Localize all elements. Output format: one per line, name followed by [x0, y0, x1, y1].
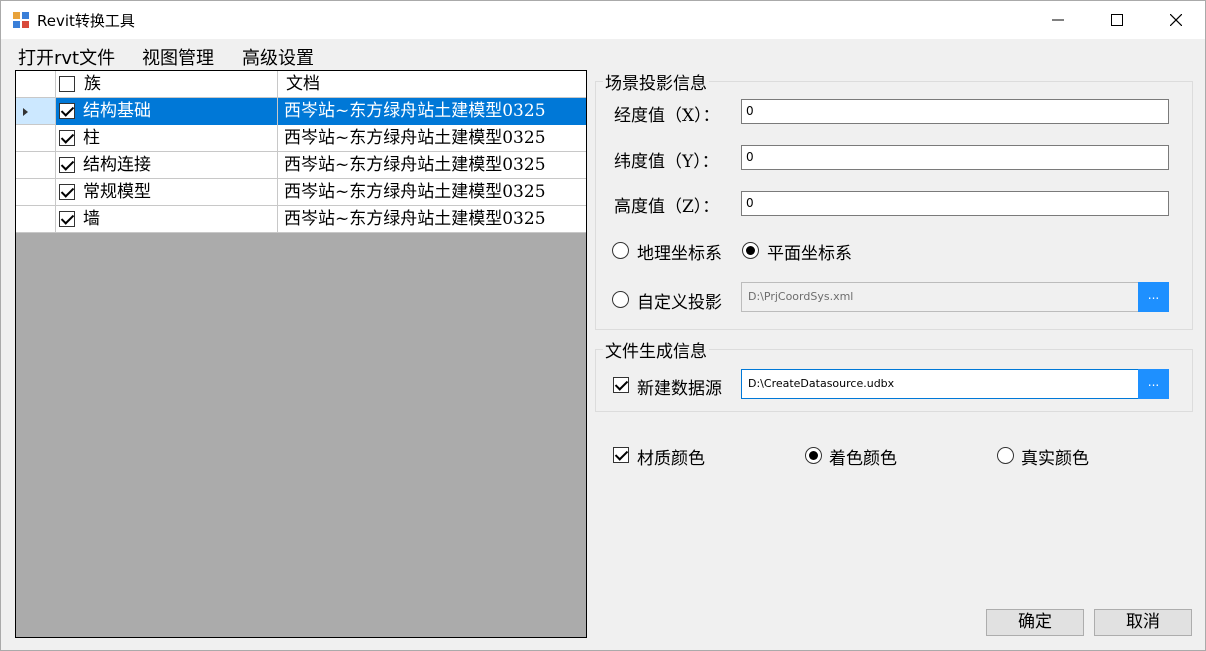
- custom-projection-label: 自定义投影: [637, 293, 722, 313]
- table-row[interactable]: 墙西岑站~东方绿舟站土建模型0325: [16, 206, 586, 233]
- custom-projection-browse-button[interactable]: ...: [1138, 282, 1169, 312]
- row-checkbox-cell: [56, 125, 79, 152]
- document-cell[interactable]: 西岑站~东方绿舟站土建模型0325: [278, 125, 586, 152]
- row-checkbox[interactable]: [59, 103, 75, 119]
- row-checkbox-cell: [56, 152, 79, 179]
- tint-color-label: 着色颜色: [829, 449, 897, 469]
- window-title: Revit转换工具: [37, 12, 135, 30]
- row-header[interactable]: [16, 206, 56, 232]
- maximize-button[interactable]: [1088, 1, 1146, 39]
- grid-header: 族 文档: [16, 71, 586, 98]
- select-all-checkbox[interactable]: [59, 76, 75, 92]
- geo-coord-label: 地理坐标系: [637, 244, 722, 264]
- header-family-label: 族: [84, 74, 101, 94]
- height-input[interactable]: 0: [741, 191, 1169, 216]
- geo-coord-radio[interactable]: [612, 242, 629, 259]
- material-color-label: 材质颜色: [637, 449, 705, 469]
- app-window: Revit转换工具 打开rvt文件 视图管理 高级设置 族 文档 结构基础 西岑站…: [0, 0, 1206, 651]
- latitude-label: 纬度值（Y）：: [614, 152, 719, 172]
- document-cell[interactable]: 西岑站~东方绿舟站土建模型0325: [278, 206, 586, 233]
- menu-view-manage[interactable]: 视图管理: [142, 44, 214, 70]
- table-row[interactable]: 柱西岑站~东方绿舟站土建模型0325: [16, 125, 586, 152]
- maximize-icon: [1111, 14, 1123, 26]
- corner-header: [16, 71, 56, 98]
- row-pointer-icon: [23, 108, 28, 116]
- row-checkbox[interactable]: [59, 157, 75, 173]
- row-checkbox[interactable]: [59, 211, 75, 227]
- row-header[interactable]: [16, 152, 56, 178]
- table-row[interactable]: 常规模型 西岑站~东方绿舟站土建模型0325: [16, 179, 586, 206]
- height-label: 高度值（Z）：: [614, 197, 720, 217]
- datasource-browse-button[interactable]: ...: [1138, 369, 1169, 399]
- menu-open-rvt[interactable]: 打开rvt文件: [18, 44, 115, 70]
- title-bar: Revit转换工具: [1, 1, 1205, 39]
- menu-bar: 打开rvt文件 视图管理 高级设置: [1, 39, 1205, 69]
- row-checkbox-cell: [56, 98, 79, 125]
- latitude-input[interactable]: 0: [741, 145, 1169, 170]
- family-cell[interactable]: 墙: [79, 206, 278, 233]
- custom-projection-path[interactable]: D:\PrjCoordSys.xml: [741, 282, 1139, 312]
- header-document[interactable]: 文档: [278, 71, 586, 98]
- family-cell[interactable]: 常规模型: [79, 179, 278, 206]
- material-color-checkbox[interactable]: [613, 447, 629, 463]
- row-header[interactable]: [16, 125, 56, 151]
- row-checkbox-cell: [56, 206, 79, 233]
- menu-advanced-settings[interactable]: 高级设置: [242, 44, 314, 70]
- row-checkbox[interactable]: [59, 130, 75, 146]
- family-grid[interactable]: 族 文档 结构基础 西岑站~东方绿舟站土建模型0325 柱西岑站~东方绿舟站土建模型…: [15, 70, 587, 638]
- real-color-radio[interactable]: [997, 447, 1014, 464]
- header-document-label: 文档: [286, 74, 320, 94]
- document-cell[interactable]: 西岑站~东方绿舟站土建模型0325: [278, 98, 586, 125]
- app-icon: [13, 12, 29, 28]
- plane-coord-label: 平面坐标系: [767, 244, 852, 264]
- plane-coord-radio[interactable]: [742, 242, 759, 259]
- longitude-label: 经度值（X）：: [614, 106, 720, 126]
- row-header[interactable]: [16, 98, 56, 124]
- ok-button[interactable]: 确定: [986, 609, 1084, 636]
- table-row[interactable]: 结构基础 西岑站~东方绿舟站土建模型0325: [16, 98, 586, 125]
- projection-title: 场景投影信息: [603, 69, 709, 94]
- new-datasource-checkbox[interactable]: [613, 377, 629, 393]
- row-header[interactable]: [16, 179, 56, 205]
- real-color-label: 真实颜色: [1021, 449, 1089, 469]
- family-cell[interactable]: 柱: [79, 125, 278, 152]
- minimize-button[interactable]: [1029, 1, 1087, 39]
- cancel-button[interactable]: 取消: [1094, 609, 1192, 636]
- family-cell[interactable]: 结构连接: [79, 152, 278, 179]
- datasource-path-input[interactable]: D:\CreateDatasource.udbx: [741, 369, 1139, 399]
- table-row[interactable]: 结构连接 西岑站~东方绿舟站土建模型0325: [16, 152, 586, 179]
- tint-color-radio[interactable]: [805, 447, 822, 464]
- custom-projection-radio[interactable]: [612, 291, 629, 308]
- close-icon: [1170, 14, 1182, 26]
- new-datasource-label: 新建数据源: [637, 379, 722, 399]
- output-title: 文件生成信息: [603, 337, 709, 362]
- document-cell[interactable]: 西岑站~东方绿舟站土建模型0325: [278, 179, 586, 206]
- document-cell[interactable]: 西岑站~东方绿舟站土建模型0325: [278, 152, 586, 179]
- longitude-input[interactable]: 0: [741, 99, 1169, 124]
- row-checkbox-cell: [56, 179, 79, 206]
- minimize-icon: [1052, 19, 1064, 21]
- row-checkbox[interactable]: [59, 184, 75, 200]
- family-cell[interactable]: 结构基础: [79, 98, 278, 125]
- close-button[interactable]: [1147, 1, 1205, 39]
- header-family[interactable]: 族: [56, 71, 278, 98]
